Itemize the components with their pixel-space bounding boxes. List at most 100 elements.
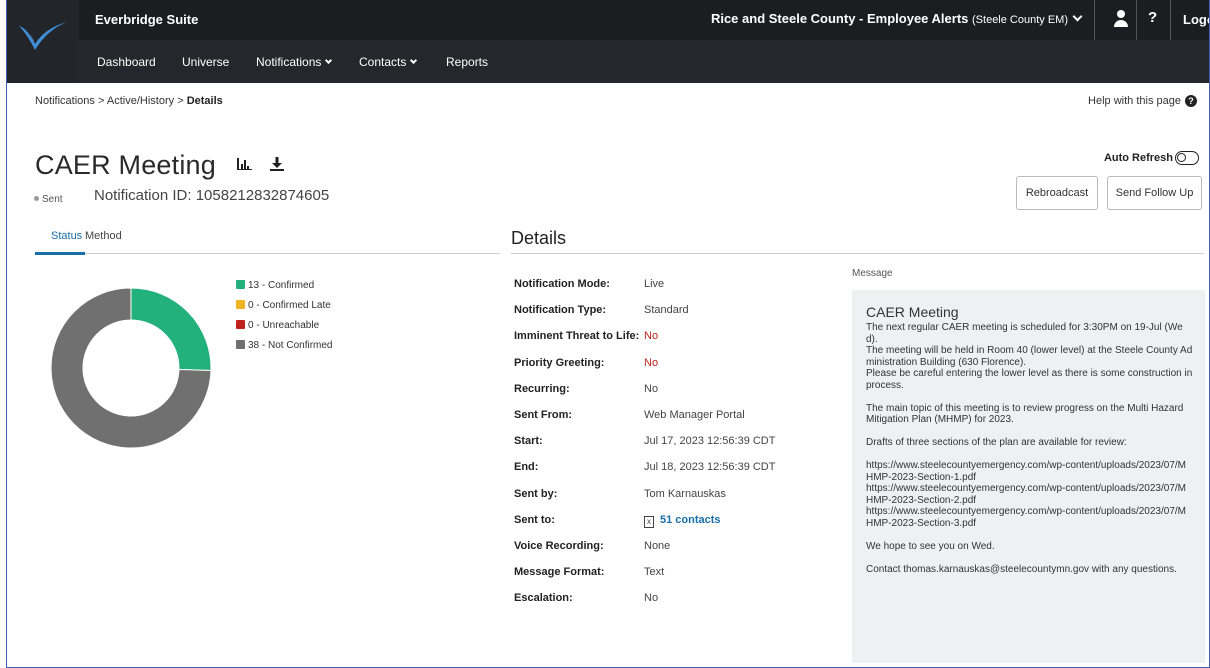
excel-file-icon[interactable]: x [644, 515, 654, 528]
legend-item: 0 - Unreachable [236, 319, 332, 339]
status-badge: Sent [34, 194, 63, 205]
logo-icon [19, 22, 67, 50]
detail-row: Sent by: Tom Karnauskas [514, 488, 834, 514]
nav-notifications[interactable]: Notifications [256, 55, 333, 69]
detail-label: Imminent Threat to Life: [514, 330, 640, 343]
detail-label: End: [514, 461, 539, 474]
download-icon[interactable] [270, 157, 284, 171]
breadcrumb-notifications[interactable]: Notifications [35, 95, 95, 107]
message-body: The next regular CAER meeting is schedul… [866, 322, 1193, 575]
org-sub: (Steele County EM) [972, 14, 1068, 26]
legend-swatch [236, 320, 245, 329]
detail-label: Notification Mode: [514, 278, 610, 290]
detail-label: Notification Type: [514, 304, 607, 317]
nav-universe[interactable]: Universe [182, 55, 229, 69]
legend-item: 13 - Confirmed [236, 279, 332, 299]
detail-row: Sent From: Web Manager Portal [514, 409, 834, 435]
notification-id: Notification ID: 1058212832874605 [94, 187, 330, 204]
detail-label: Sent to: [514, 513, 555, 526]
detail-row: Voice Recording: None [514, 540, 834, 566]
detail-value: Web Manager Portal [644, 409, 745, 421]
detail-value: No [644, 592, 659, 605]
everbridge-logo[interactable] [7, 0, 79, 83]
message-label: Message [852, 268, 893, 279]
nav-contacts[interactable]: Contacts [359, 55, 418, 69]
user-icon[interactable] [1114, 10, 1128, 28]
detail-row: Recurring: No [514, 383, 834, 409]
detail-label: Escalation: [514, 592, 573, 605]
nav-dashboard[interactable]: Dashboard [97, 55, 156, 69]
legend-label: 0 - Unreachable [248, 320, 320, 331]
legend-swatch [236, 340, 245, 349]
divider [1170, 0, 1171, 40]
breadcrumb-details: Details [186, 95, 223, 107]
detail-value: No [644, 356, 659, 369]
detail-value: Standard [644, 304, 689, 317]
legend-label: 38 - Not Confirmed [248, 340, 333, 351]
breadcrumb-active-history[interactable]: Active/History [107, 95, 174, 107]
detail-label: Start: [514, 435, 543, 448]
detail-label: Sent From: [514, 409, 573, 421]
detail-row: Imminent Threat to Life: No [514, 330, 834, 356]
send-follow-up-button[interactable]: Send Follow Up [1107, 176, 1202, 210]
detail-row: Start: Jul 17, 2023 12:56:39 CDT [514, 435, 834, 461]
tab-method[interactable]: Method [85, 230, 122, 242]
help-page-link[interactable]: Help with this page? [1088, 95, 1197, 107]
detail-value: No [644, 382, 659, 395]
chevron-down-icon [1072, 11, 1083, 22]
auto-refresh-label: Auto Refresh [1103, 151, 1173, 164]
detail-label: Message Format: [514, 566, 605, 579]
detail-row: End: Jul 18, 2023 12:56:39 CDT [514, 461, 834, 487]
status-dot-icon [34, 196, 39, 201]
page-title: CAER Meeting [35, 150, 216, 180]
chevron-down-icon [325, 56, 333, 65]
divider [1094, 0, 1095, 40]
org-name: Rice and Steele County - Employee Alerts [710, 11, 969, 26]
question-circle-icon: ? [1185, 95, 1197, 107]
auto-refresh-toggle[interactable] [1175, 151, 1199, 165]
bar-chart-icon[interactable] [237, 157, 252, 170]
details-title: Details [511, 228, 567, 248]
status-label: Sent [42, 194, 63, 205]
org-selector[interactable]: Rice and Steele County - Employee Alerts… [710, 11, 1083, 26]
breadcrumb-separator: > [177, 95, 184, 107]
contacts-link[interactable]: 51 contacts [660, 514, 721, 526]
detail-row: Priority Greeting: No [514, 357, 834, 383]
nav-contacts-label: Contacts [359, 55, 407, 69]
top-bar: Everbridge Suite Rice and Steele County … [7, 0, 1209, 40]
tab-active-indicator [35, 252, 85, 255]
chevron-down-icon [410, 56, 418, 65]
detail-label: Voice Recording: [514, 540, 604, 552]
rebroadcast-button[interactable]: Rebroadcast [1016, 176, 1098, 210]
help-page-label: Help with this page [1088, 95, 1181, 107]
help-button[interactable]: ? [1148, 9, 1157, 26]
detail-value: x 51 contacts [644, 514, 721, 528]
legend-swatch [236, 300, 245, 309]
details-divider [511, 253, 1204, 254]
detail-label: Sent by: [514, 487, 558, 500]
legend-item: 38 - Not Confirmed [236, 339, 332, 359]
breadcrumb: Notifications > Active/History > Details [35, 95, 223, 107]
logout-link[interactable]: Logo [1183, 12, 1209, 27]
detail-value: Jul 17, 2023 12:56:39 CDT [644, 435, 776, 448]
legend-swatch [236, 280, 245, 289]
suite-title: Everbridge Suite [95, 12, 199, 27]
nav-reports[interactable]: Reports [446, 55, 488, 69]
detail-label: Priority Greeting: [514, 356, 605, 369]
detail-row: Notification Mode: Live [514, 278, 834, 304]
auto-refresh: Auto Refresh [1104, 151, 1199, 165]
tabs-divider [35, 253, 500, 254]
toggle-knob-icon [1177, 153, 1186, 162]
chart-legend: 13 - Confirmed 0 - Confirmed Late 0 - Unre… [236, 279, 332, 359]
tab-status[interactable]: Status [51, 230, 82, 242]
donut-slice-confirmed[interactable] [130, 287, 212, 371]
app-frame: Everbridge Suite Rice and Steele County … [6, 0, 1210, 668]
message-panel: CAER Meeting The next regular CAER meeti… [852, 290, 1205, 663]
main-nav: Dashboard Universe Notifications Contact… [79, 40, 1209, 83]
nav-notifications-label: Notifications [256, 55, 322, 69]
divider [1136, 0, 1137, 40]
detail-row: Escalation: No [514, 592, 834, 618]
breadcrumb-separator: > [97, 95, 105, 107]
detail-label: Recurring: [514, 382, 570, 395]
detail-row: Sent to: x 51 contacts [514, 514, 834, 540]
